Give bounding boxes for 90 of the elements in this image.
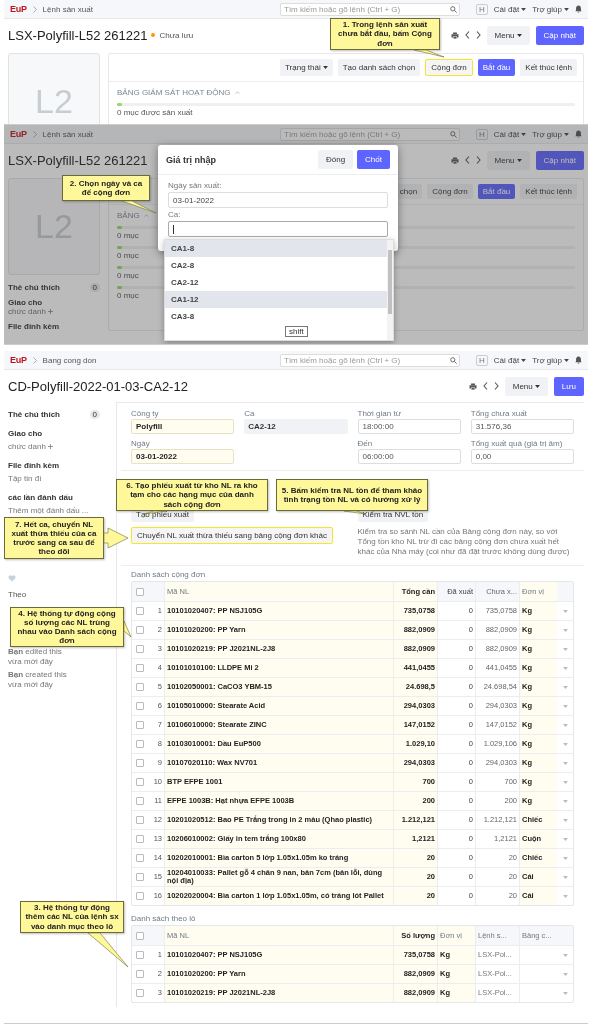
- input-field[interactable]: 31.576,36: [470, 419, 574, 434]
- settings-menu[interactable]: Cài đặt: [493, 355, 527, 365]
- logo[interactable]: EuP: [10, 355, 27, 365]
- section-title: BẢNG GIÁM SÁT HOẠT ĐỘNG: [117, 88, 231, 97]
- toolbar-button[interactable]: Chuyển NL xuất thừa thiếu sang bảng cộng đơn khác: [131, 527, 333, 544]
- callout-note: 6. Tạo phiếu xuất từ kho NL ra kho tạm cho các hạng mục của danh sách cộng đơn: [116, 479, 268, 511]
- assign-label: Giao cho: [8, 298, 43, 307]
- toolbar-button[interactable]: Tạo danh sách chọn: [337, 59, 421, 76]
- date-field[interactable]: 03-01-2022: [168, 192, 388, 208]
- primary-button[interactable]: Cập nhật: [535, 25, 584, 45]
- toolbar-button[interactable]: Kết thúc lệnh: [520, 184, 577, 199]
- activity-time: vừa mới đây: [8, 680, 53, 689]
- dropdown-option[interactable]: CA1-8: [165, 240, 387, 257]
- comments-count: 0: [89, 283, 100, 292]
- follow-label: Theo: [8, 590, 27, 599]
- input-field[interactable]: 06:00:00: [357, 449, 461, 464]
- field-label: Ngày sản xuất:: [168, 181, 222, 190]
- settings-menu[interactable]: Cài đặt: [493, 129, 527, 139]
- help-menu[interactable]: Trợ giúp: [532, 355, 569, 365]
- status-label: Chưa lưu: [159, 30, 194, 40]
- breadcrumb-link[interactable]: Bang cong don: [42, 355, 97, 365]
- activity-text: Bạn created this: [8, 670, 67, 679]
- input-field: CA2-12: [244, 419, 348, 434]
- field-label: Tổng xuất quá (giá trị âm): [470, 439, 563, 448]
- dropdown-option[interactable]: CA2-8: [165, 257, 387, 274]
- field-label: Đến: [357, 439, 373, 448]
- logo[interactable]: EuP: [10, 129, 27, 139]
- attachments-label: File đính kèm: [8, 461, 60, 470]
- field-label: Ngày: [131, 439, 150, 448]
- logo[interactable]: EuP: [10, 4, 27, 14]
- settings-menu[interactable]: Cài đặt: [493, 4, 527, 14]
- toolbar-button[interactable]: Cộng đơn: [425, 59, 473, 76]
- table-title: Danh sách cộng đơn: [131, 570, 206, 579]
- input-field[interactable]: 18:00:00: [357, 419, 461, 434]
- input-field[interactable]: Polyfill: [131, 419, 235, 434]
- help-menu[interactable]: Trợ giúp: [532, 4, 569, 14]
- breadcrumb-link[interactable]: Lệnh sản xuất: [42, 129, 93, 139]
- toolbar-button[interactable]: Bắt đầu: [477, 59, 516, 76]
- description-text: Kiểm tra so sánh NL cần của Bảng cộng đơn này, so với Tổng tồn kho NL trừ đi các bảng cộng đơn chưa xuất hết khác của Nhà máy (coi như đã đặt trước không dùng được): [357, 527, 571, 557]
- dropdown-option[interactable]: CA2-12: [165, 274, 387, 291]
- comments-count: 0: [89, 410, 100, 419]
- callout-note: 4. Hệ thống tự động cộng số lượng các NL trùng nhau vào Danh sách cộng đơn: [10, 607, 124, 647]
- dropdown-option[interactable]: CA3-8: [165, 308, 387, 325]
- input-field[interactable]: 0,00: [470, 449, 574, 464]
- field-label: Ca:: [168, 210, 181, 219]
- attachments-label: File đính kèm: [8, 322, 60, 331]
- tags-label: các lần đánh dấu: [8, 493, 73, 502]
- page-title: CD-Polyfill-2022-01-03-CA2-12: [8, 378, 188, 394]
- section-title: BẢNG: [117, 211, 140, 220]
- dialog-title: Giá trị nhập: [166, 154, 216, 165]
- progress-caption: 0 mục được sản xuất: [117, 108, 193, 117]
- close-button[interactable]: Đóng: [317, 150, 354, 169]
- toolbar-button[interactable]: Trạng thái: [280, 59, 333, 76]
- submit-button[interactable]: Chốt: [357, 150, 390, 169]
- callout-note: 5. Bấm kiểm tra NL tồn để tham khảo tình trạng tồn NL và có hướng xử lý: [276, 479, 428, 511]
- input-field[interactable]: 03-01-2022: [131, 449, 235, 464]
- primary-button[interactable]: Lưu: [553, 376, 584, 396]
- dropdown-option[interactable]: CA1-12: [165, 291, 387, 308]
- table-title: Danh sách theo lô: [131, 914, 196, 923]
- tags-hint[interactable]: Thêm một đánh dấu ...: [8, 506, 89, 515]
- progress-caption: 0 mục: [117, 251, 139, 260]
- activity-time: vừa mới đây: [8, 657, 53, 666]
- progress-caption: 0 mục: [117, 231, 139, 240]
- search-field[interactable]: Tìm kiếm hoặc gõ lệnh (Ctrl + G): [280, 353, 460, 367]
- assign-link[interactable]: chức danh: [8, 442, 53, 451]
- assign-label: Giao cho: [8, 429, 43, 438]
- page-title: LSX-Polyfill-L52 261221: [8, 27, 148, 43]
- progress-caption: 0 mục: [117, 271, 139, 280]
- callout-note: 7. Hết ca, chuyển NL xuất thừa thiếu của ca trước sang ca sau để theo dõi: [4, 517, 104, 559]
- user-avatar[interactable]: H: [476, 3, 488, 15]
- page-title: LSX-Polyfill-L52 261221: [8, 152, 148, 168]
- field-label: Công ty: [131, 409, 159, 418]
- menu-button[interactable]: Menu: [504, 376, 548, 396]
- field-label: Thời gian từ: [357, 409, 401, 418]
- field-label: Ca: [244, 409, 255, 418]
- attachments-hint: Tập tin đí: [8, 474, 42, 483]
- toolbar-button[interactable]: Cộng đơn: [427, 184, 473, 199]
- menu-button[interactable]: Menu: [486, 150, 530, 170]
- activity-text: Bạn edited this: [8, 647, 62, 656]
- tooltip: shift: [285, 326, 308, 337]
- comments-label: Thẻ chú thích: [8, 410, 60, 419]
- toolbar-button[interactable]: Kết thúc lệnh: [520, 59, 577, 76]
- search-field[interactable]: Tìm kiếm hoặc gõ lệnh (Ctrl + G): [280, 2, 460, 16]
- breadcrumb-link[interactable]: Lệnh sản xuất: [42, 4, 93, 14]
- menu-button[interactable]: Menu: [486, 25, 530, 45]
- field-label: Tổng chưa xuất: [470, 409, 527, 418]
- progress-caption: 0 mục: [117, 291, 139, 300]
- help-menu[interactable]: Trợ giúp: [532, 129, 569, 139]
- user-avatar[interactable]: H: [476, 354, 488, 366]
- comments-label: Thẻ chú thích: [8, 283, 60, 292]
